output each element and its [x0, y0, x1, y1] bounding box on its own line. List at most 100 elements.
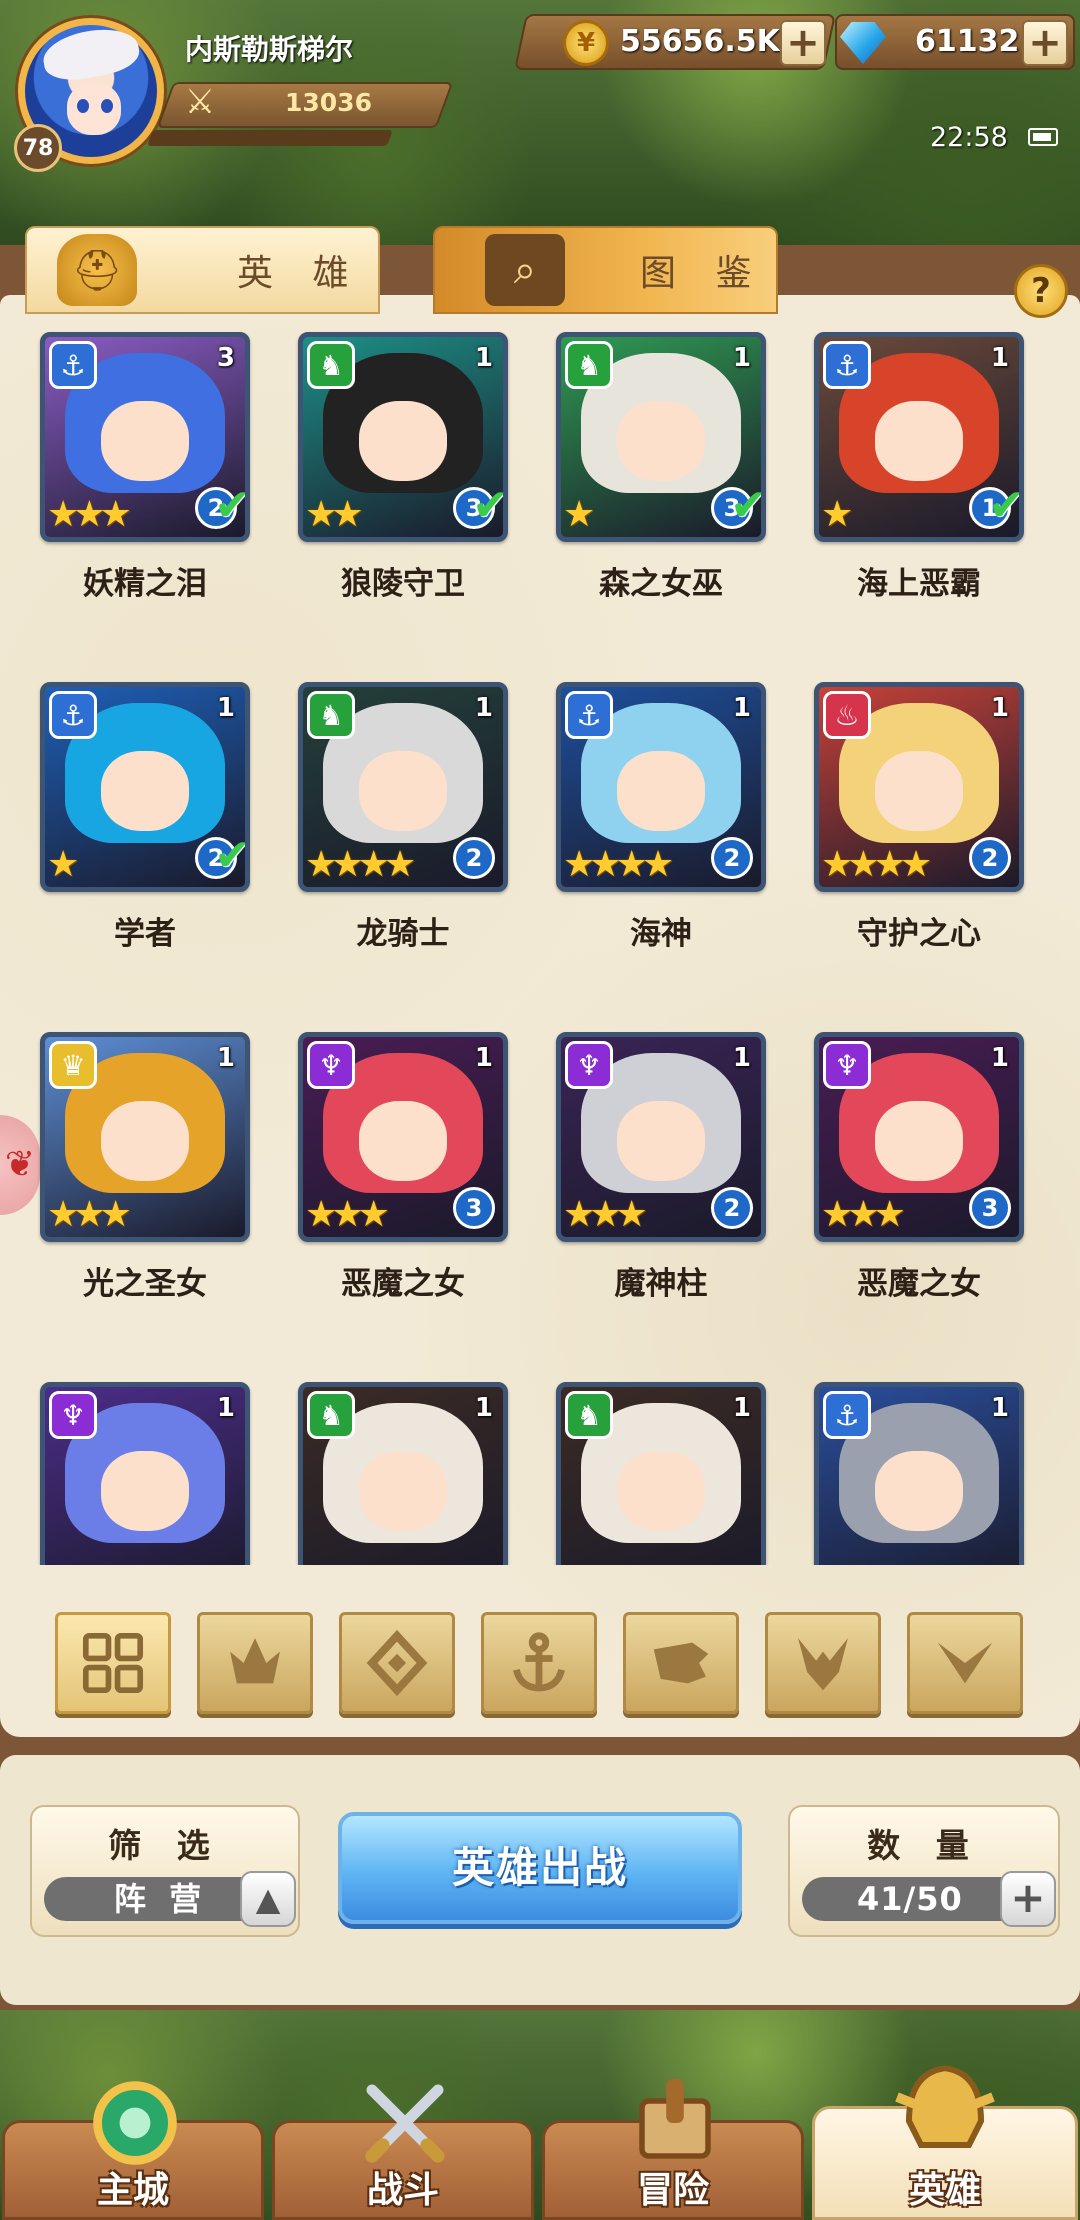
hero-card[interactable]: ♆ 1 ★★★ 3 恶魔之女 — [288, 1020, 518, 1320]
tab-heroes[interactable]: ⛑ 英 雄 — [25, 226, 380, 314]
hero-count: 1 — [474, 343, 493, 373]
filter-light-button[interactable] — [907, 1612, 1023, 1714]
hero-portrait: ♞ 1 ★ 3 ✔ — [556, 332, 766, 542]
tab-codex[interactable]: ⌕ 图 鉴 — [433, 226, 778, 314]
check-icon: ✔ — [988, 480, 1024, 531]
helmet-icon: ⛑ — [57, 234, 137, 306]
hero-card[interactable]: ⚓ 1 — [804, 1370, 1034, 1565]
filter-dark-button[interactable] — [765, 1612, 881, 1714]
star-rating: ★★★★ — [563, 844, 674, 885]
star-rating: ★ — [563, 494, 595, 535]
hero-portrait: ♛ 1 ★★★ — [40, 1032, 250, 1242]
expand-capacity-button[interactable]: + — [1000, 1871, 1056, 1927]
add-gems-button[interactable]: + — [1022, 20, 1068, 66]
hero-card[interactable]: ♞ 1 — [288, 1370, 518, 1565]
hero-name: 恶魔之女 — [341, 1266, 465, 1302]
hero-card[interactable]: ♛ 1 ★★★ 光之圣女 — [30, 1020, 260, 1320]
beast-faction-icon: ♞ — [307, 341, 355, 389]
sort-toggle-button[interactable]: ▲ — [240, 1871, 296, 1927]
filter-diamond-button[interactable] — [339, 1612, 455, 1714]
hero-count: 1 — [216, 1393, 235, 1423]
nav-heroes-label: 英雄 — [908, 2170, 981, 2211]
anchor-faction-icon — [513, 1632, 565, 1692]
deploy-heroes-button[interactable]: 英雄出战 — [338, 1812, 742, 1924]
hero-name: 光之圣女 — [83, 1266, 207, 1302]
nav-main-city-label: 主城 — [96, 2170, 169, 2211]
hero-card[interactable]: ♆ 1 — [30, 1370, 260, 1565]
hero-card[interactable]: ♞ 1 ★★★★ 2 龙骑士 — [288, 670, 518, 970]
crossed-swords-icon: ⚔ — [184, 82, 216, 122]
hero-card[interactable]: ♨ 1 ★★★★ 2 守护之心 — [804, 670, 1034, 970]
beast-faction-icon: ♞ — [565, 341, 613, 389]
player-level-badge: 78 — [14, 124, 62, 172]
hero-name: 龙骑士 — [356, 916, 450, 952]
hero-count: 1 — [732, 343, 751, 373]
hero-portrait: ⚓ 1 — [814, 1382, 1024, 1565]
hero-name: 学者 — [114, 916, 176, 952]
star-rating: ★★★ — [821, 1194, 906, 1235]
filter-beast-button[interactable] — [623, 1612, 739, 1714]
gem-value: 61132 — [915, 24, 1020, 59]
hero-count: 1 — [990, 1393, 1009, 1423]
hero-card[interactable]: ⚓ 1 ★★★★ 2 海神 — [546, 670, 776, 970]
hero-name: 海上恶霸 — [857, 566, 981, 602]
anchor-faction-icon: ⚓ — [823, 1391, 871, 1439]
anchor-faction-icon: ⚓ — [49, 341, 97, 389]
hero-card[interactable]: ♆ 1 ★★★ 3 恶魔之女 — [804, 1020, 1034, 1320]
check-icon: ✔ — [730, 480, 766, 531]
hero-count: 1 — [732, 1043, 751, 1073]
hero-name: 妖精之泪 — [83, 566, 207, 602]
nav-adventure-label: 冒险 — [636, 2170, 709, 2211]
tab-codex-label: 图 鉴 — [640, 253, 766, 294]
nav-battle[interactable]: 战斗 — [272, 2084, 534, 2220]
hero-card[interactable]: ♞ 1 — [546, 1370, 776, 1565]
rank-badge: 2 — [711, 1187, 753, 1229]
hero-card[interactable]: ♆ 1 ★★★ 2 魔神柱 — [546, 1020, 776, 1320]
flame-faction-icon — [230, 1638, 280, 1684]
nav-heroes[interactable]: 英雄 — [812, 2065, 1078, 2220]
hero-count: 1 — [474, 1043, 493, 1073]
dark-faction-icon: ♆ — [307, 1041, 355, 1089]
rank-badge: 2 — [453, 837, 495, 879]
clock: 22:58 — [930, 122, 1008, 153]
gold-coin-icon: ¥ — [563, 20, 609, 66]
anchor-faction-icon: ⚓ — [565, 691, 613, 739]
hero-count: 1 — [216, 693, 235, 723]
experience-bar — [147, 130, 393, 146]
hero-portrait: ⚓ 1 ★★★★ 2 — [556, 682, 766, 892]
filter-anchor-button[interactable] — [481, 1612, 597, 1714]
nav-main-city[interactable]: 主城 — [2, 2081, 264, 2220]
filter-control: 筛 选 阵 营 ▲ — [30, 1805, 300, 1937]
gold-value: 55656.5K — [620, 24, 780, 59]
hero-portrait: ♞ 1 — [556, 1382, 766, 1565]
star-rating: ★★★ — [47, 1194, 132, 1235]
hero-count: 1 — [474, 693, 493, 723]
hero-card[interactable]: ♞ 1 ★ 3 ✔ 森之女巫 — [546, 320, 776, 620]
tab-heroes-label: 英 雄 — [237, 253, 363, 294]
hero-portrait: ♆ 1 ★★★ 3 — [298, 1032, 508, 1242]
hero-helmet-nav-icon — [885, 2049, 1005, 2169]
dark-faction-icon: ♆ — [823, 1041, 871, 1089]
power-value: 13036 — [285, 88, 372, 117]
add-gold-button[interactable]: + — [780, 20, 826, 66]
hero-portrait: ♆ 1 — [40, 1382, 250, 1565]
hero-card[interactable]: ⚓ 3 ★★★ 2 ✔ 妖精之泪 — [30, 320, 260, 620]
hero-count: 1 — [474, 1393, 493, 1423]
hero-name: 森之女巫 — [599, 566, 723, 602]
nav-adventure[interactable]: 冒险 — [542, 2079, 804, 2220]
filter-flame-button[interactable] — [197, 1612, 313, 1714]
light-faction-icon — [937, 1642, 993, 1684]
star-rating: ★ — [47, 844, 79, 885]
star-rating: ★★★ — [305, 1194, 390, 1235]
help-button[interactable]: ? — [1014, 264, 1068, 318]
hero-card[interactable]: ♞ 1 ★★ 3 ✔ 狼陵守卫 — [288, 320, 518, 620]
count-title: 数 量 — [867, 1826, 981, 1865]
hero-card[interactable]: ⚓ 1 ★ 2 ✔ 学者 — [30, 670, 260, 970]
magnifier-icon: ⌕ — [485, 234, 565, 306]
check-icon: ✔ — [214, 830, 250, 881]
star-rating: ★★★ — [563, 1194, 648, 1235]
hero-grid: ⚓ 3 ★★★ 2 ✔ 妖精之泪 ♞ 1 ★★ 3 ✔ 狼陵守卫 ♞ 1 ★ 3 ✔ 森之女巫 ⚓ 1 ★ 1 ✔ 海上恶霸 ⚓… — [0, 320, 1080, 1565]
filter-all-button[interactable] — [55, 1612, 171, 1714]
hero-portrait: ⚓ 1 ★ 1 ✔ — [814, 332, 1024, 542]
hero-card[interactable]: ⚓ 1 ★ 1 ✔ 海上恶霸 — [804, 320, 1034, 620]
